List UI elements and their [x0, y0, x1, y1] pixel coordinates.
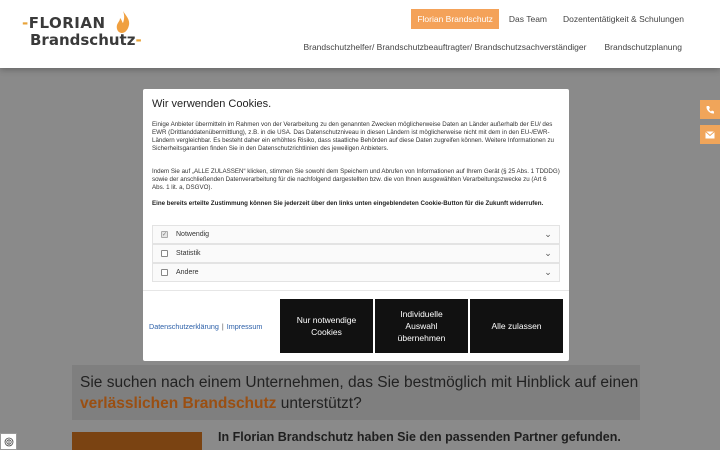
imprint-link[interactable]: Impressum	[227, 322, 263, 331]
nav-das-team[interactable]: Das Team	[503, 9, 553, 29]
accept-selection-button[interactable]: Individuelle Auswahl übernehmen	[375, 299, 468, 353]
cookie-text-transfer: Einige Anbieter übermitteln im Rahmen vo…	[152, 121, 554, 152]
cookie-links: Datenschutzerklärung | Impressum	[149, 322, 263, 331]
chevron-down-icon[interactable]: ⌄	[541, 267, 555, 278]
flame-icon	[116, 11, 130, 33]
nav-brandschutzplanung[interactable]: Brandschutzplanung	[598, 37, 688, 57]
cookie-text-revoke: Eine bereits erteilte Zustimmung können …	[152, 200, 544, 207]
checkbox-andere[interactable]	[161, 269, 168, 276]
phone-icon	[706, 105, 714, 114]
subheadline: In Florian Brandschutz haben Sie den pas…	[218, 430, 621, 444]
category-label: Notwendig	[176, 231, 210, 238]
cookie-text-consent: Indem Sie auf „ALLE ZULASSEN“ klicken, s…	[152, 168, 560, 191]
cookie-category-andere[interactable]: Andere ⌄	[152, 263, 560, 282]
accept-all-button[interactable]: Alle zulassen	[470, 299, 563, 353]
divider	[143, 290, 569, 291]
content-image	[72, 432, 202, 450]
main-nav-top: Florian Brandschutz Das Team Dozententät…	[411, 9, 690, 29]
privacy-link[interactable]: Datenschutzerklärung	[149, 322, 219, 331]
headline-highlight: verlässlichen Brandschutz	[80, 395, 277, 412]
nav-brandschutzhelfer[interactable]: Brandschutzhelfer/ Brandschutzbeauftragt…	[297, 37, 592, 57]
headline: Sie suchen nach einem Unternehmen, das S…	[80, 374, 639, 412]
nav-dozententaetigkeit[interactable]: Dozententätigkeit & Schulungen	[557, 9, 690, 29]
main-nav-bottom: Brandschutzhelfer/ Brandschutzbeauftragt…	[297, 37, 688, 57]
chevron-down-icon[interactable]: ⌄	[541, 248, 555, 259]
checkbox-statistik[interactable]	[161, 250, 168, 257]
accept-necessary-button[interactable]: Nur notwendige Cookies	[280, 299, 373, 353]
cookie-dialog-title: Wir verwenden Cookies.	[152, 98, 272, 110]
nav-florian-brandschutz[interactable]: Florian Brandschutz	[411, 9, 499, 29]
phone-button[interactable]	[700, 100, 720, 119]
cookie-dialog: Wir verwenden Cookies. Einige Anbieter ü…	[143, 89, 569, 361]
mail-icon	[705, 130, 715, 138]
logo-text-florian: FLORIAN	[28, 14, 106, 32]
site-header: -FLORIAN Brandschutz- Florian Brandschut…	[0, 0, 720, 68]
cookie-settings-button[interactable]	[0, 433, 17, 450]
category-label: Andere	[176, 269, 199, 276]
fingerprint-icon	[4, 437, 13, 446]
cookie-category-statistik[interactable]: Statistik ⌄	[152, 244, 560, 263]
mail-button[interactable]	[700, 125, 720, 144]
category-label: Statistik	[176, 250, 201, 257]
logo[interactable]: -FLORIAN Brandschutz-	[22, 10, 142, 50]
checkbox-notwendig[interactable]: ✓	[161, 231, 168, 238]
cookie-category-notwendig[interactable]: ✓ Notwendig ⌄	[152, 225, 560, 244]
chevron-down-icon[interactable]: ⌄	[541, 229, 555, 240]
